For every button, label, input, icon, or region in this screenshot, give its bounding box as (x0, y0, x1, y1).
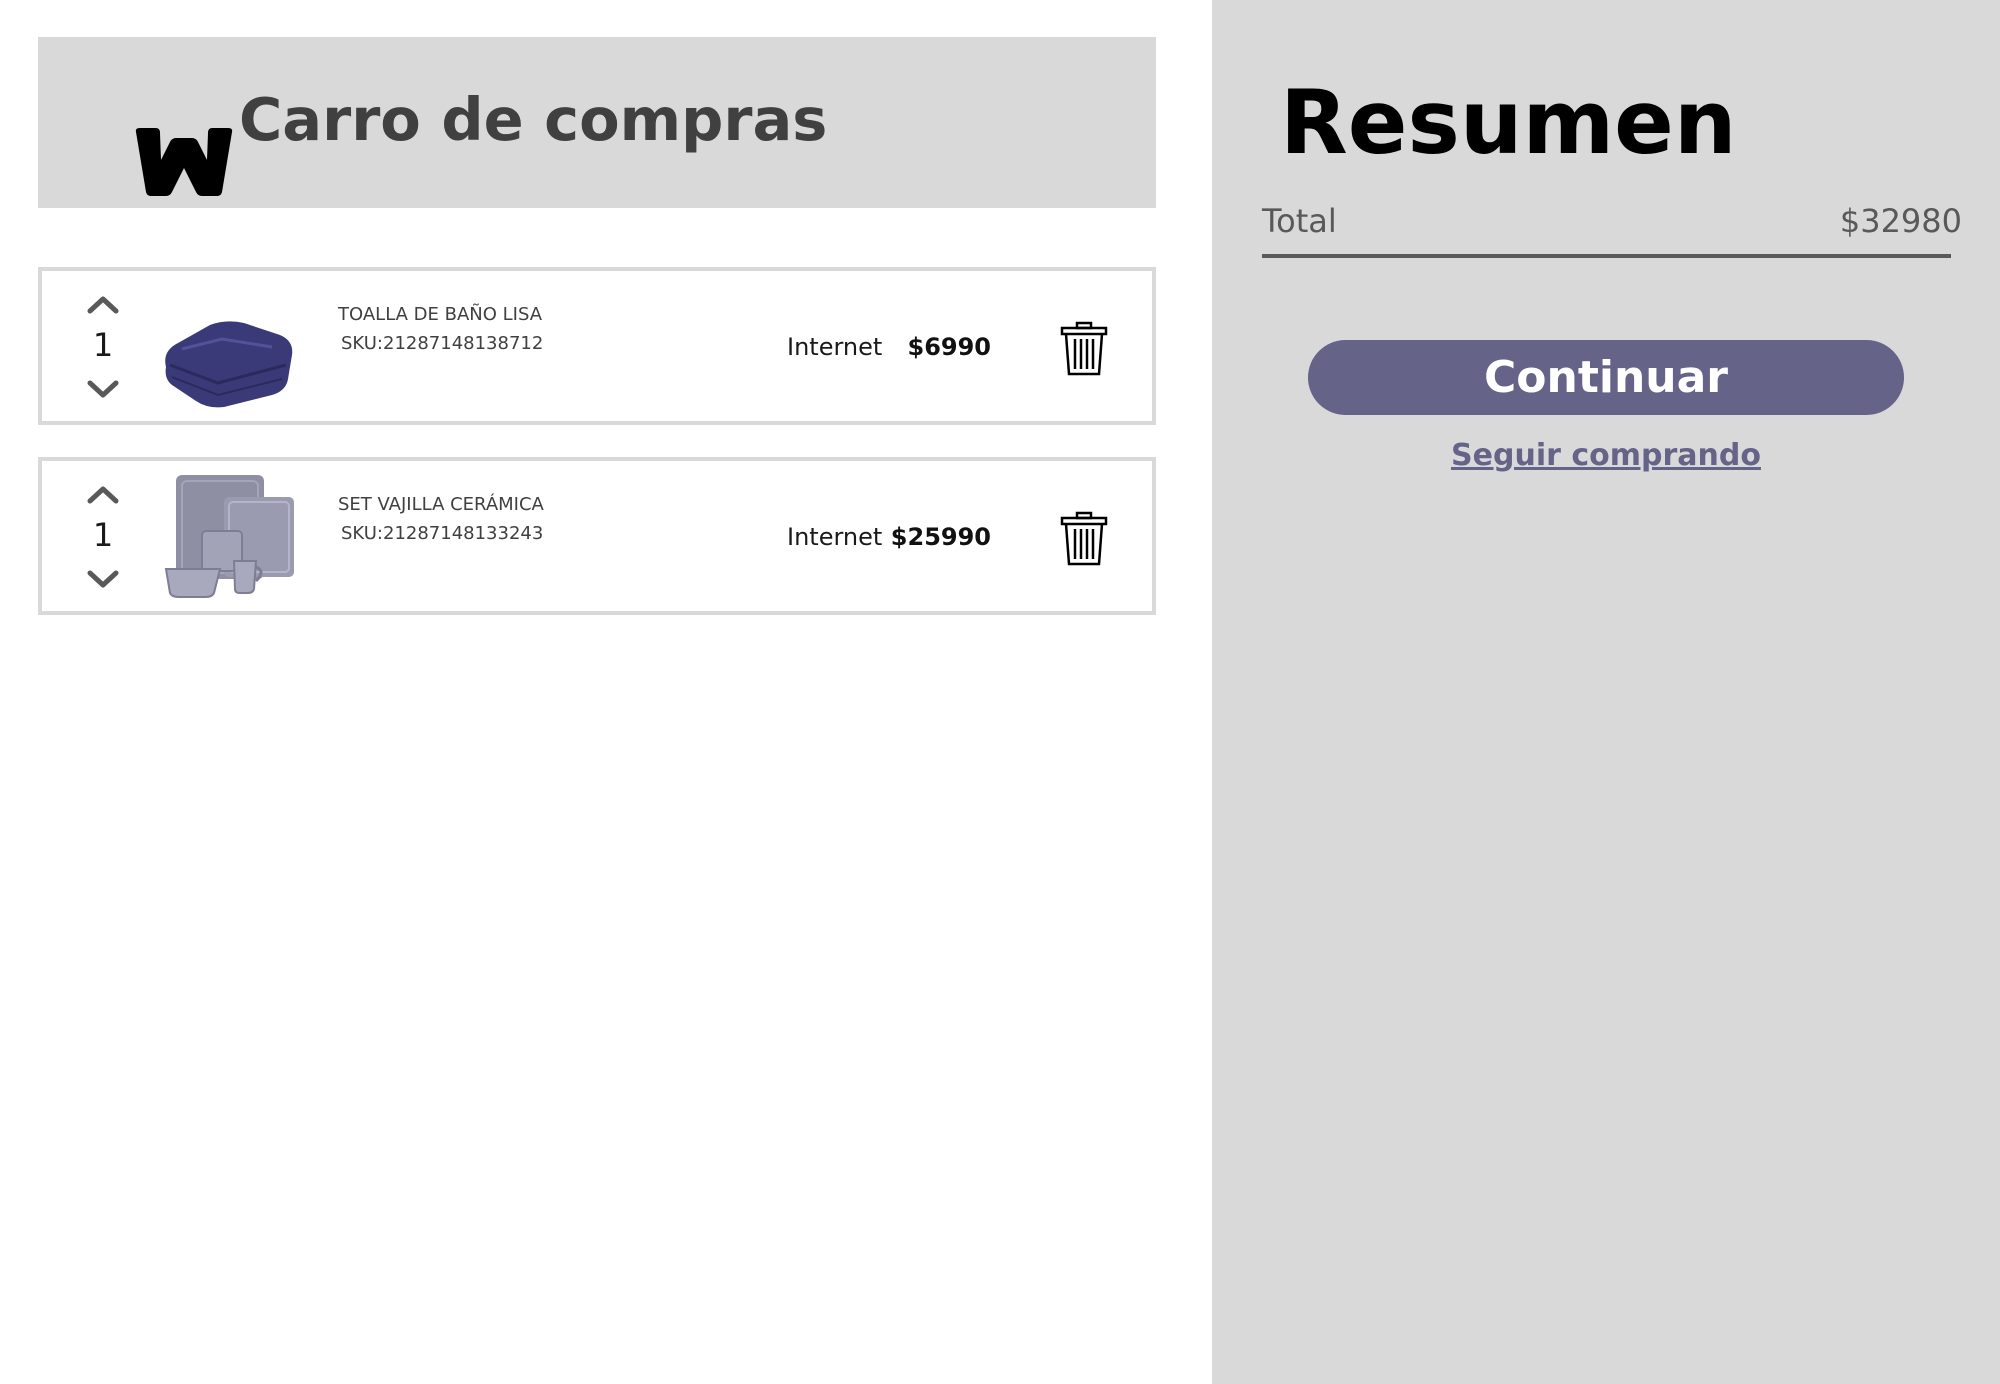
product-sku: SKU:21287148138712 (341, 333, 544, 354)
quantity-increase-chevron-up-icon[interactable] (84, 291, 122, 317)
summary-panel: Resumen Total $32980 Continuar Seguir co… (1212, 0, 2000, 1384)
continue-shopping-link[interactable]: Seguir comprando (1308, 438, 1904, 473)
item-price: $6990 (907, 333, 992, 361)
cart-item: 1 TOALLA DE BAÑO LISA SKU:21287148138712… (38, 267, 1156, 425)
page-title: Carro de compras (239, 85, 828, 154)
quantity-value: 1 (92, 516, 114, 554)
header-bar: Carro de compras (38, 37, 1156, 208)
continue-button[interactable]: Continuar (1308, 340, 1904, 415)
quantity-decrease-chevron-down-icon[interactable] (84, 567, 122, 593)
delete-item-trash-icon[interactable] (1059, 321, 1109, 377)
sales-channel: Internet (787, 523, 883, 551)
product-name[interactable]: TOALLA DE BAÑO LISA (338, 304, 542, 325)
folded-towel-icon[interactable] (152, 283, 302, 411)
item-price: $25990 (890, 523, 991, 551)
total-value: $32980 (1839, 202, 1962, 240)
sales-channel: Internet (787, 333, 883, 361)
quantity-value: 1 (92, 326, 114, 364)
dinnerware-set-icon[interactable] (152, 473, 302, 601)
cart-item: 1 SET VAJILLA CERÁMICA SKU:2128714813324… (38, 457, 1156, 615)
summary-title: Resumen (1280, 71, 1737, 174)
quantity-increase-chevron-up-icon[interactable] (84, 481, 122, 507)
product-sku: SKU:21287148133243 (341, 523, 544, 544)
delete-item-trash-icon[interactable] (1059, 511, 1109, 567)
total-label: Total (1262, 202, 1337, 240)
product-name[interactable]: SET VAJILLA CERÁMICA (338, 494, 544, 515)
w-logo-icon[interactable] (98, 82, 248, 196)
total-divider (1262, 254, 1951, 258)
quantity-decrease-chevron-down-icon[interactable] (84, 377, 122, 403)
